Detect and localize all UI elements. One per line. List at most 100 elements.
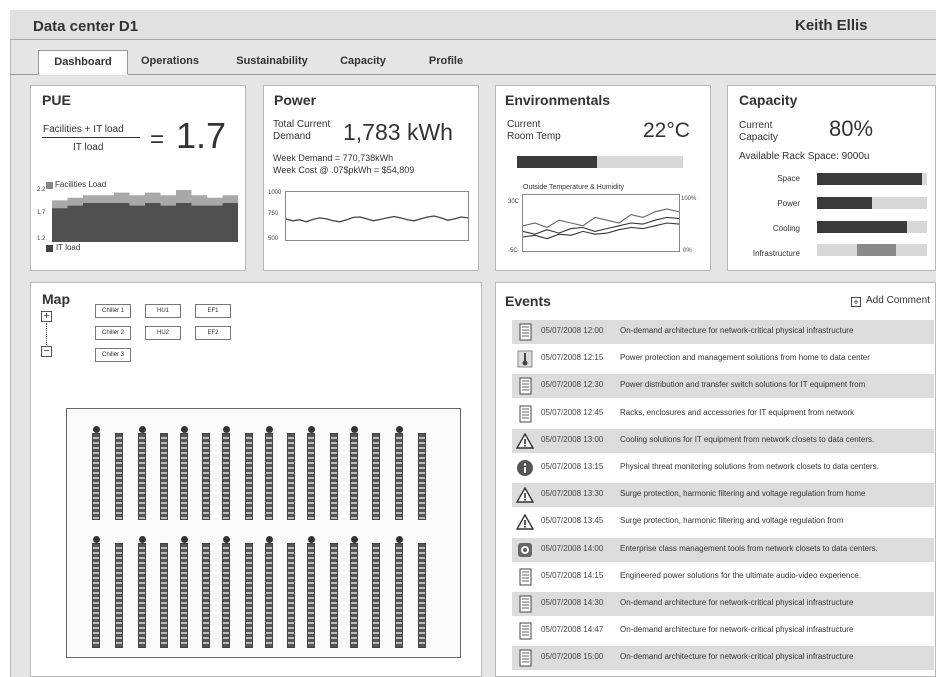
rack-marker	[266, 536, 273, 543]
ef2-button[interactable]: EF2	[195, 326, 231, 340]
rack-column[interactable]	[160, 433, 168, 520]
add-comment-link[interactable]: Add Comment	[866, 295, 930, 306]
hu2-button[interactable]: HU2	[145, 326, 181, 340]
event-text: Enterprise class management tools from n…	[620, 543, 878, 553]
rack-marker	[351, 536, 358, 543]
rack-column[interactable]	[222, 543, 230, 648]
event-date: 05/07/2008 15:00	[541, 652, 604, 662]
rack-column[interactable]	[372, 433, 380, 520]
rack-column[interactable]	[330, 543, 338, 648]
rack-column[interactable]	[180, 433, 188, 520]
cap-infra-bar-fill	[857, 244, 896, 256]
rack-column[interactable]	[92, 543, 100, 648]
event-date: 05/07/2008 14:00	[541, 543, 604, 553]
user-name[interactable]: Keith Ellis	[795, 17, 868, 34]
rack-column[interactable]	[350, 543, 358, 648]
power-line-chart	[286, 215, 468, 223]
event-row[interactable]: 05/07/2008 13:45 Surge protection, harmon…	[512, 510, 934, 534]
rack-column[interactable]	[138, 433, 146, 520]
rack-column[interactable]	[202, 433, 210, 520]
chiller-1-button[interactable]: Chiller 1	[95, 304, 131, 318]
rack-column[interactable]	[245, 543, 253, 648]
event-date: 05/07/2008 13:30	[541, 489, 604, 499]
event-date: 05/07/2008 12:15	[541, 353, 604, 363]
rack-column[interactable]	[307, 543, 315, 648]
rack-column[interactable]	[202, 543, 210, 648]
rack-column[interactable]	[222, 433, 230, 520]
rack-column[interactable]	[160, 543, 168, 648]
rack-column[interactable]	[287, 433, 295, 520]
event-row[interactable]: 05/07/2008 13:00 Cooling solutions for IT…	[512, 428, 934, 453]
chiller-2-button[interactable]: Chiller 2	[95, 326, 131, 340]
hu1-button[interactable]: HU1	[145, 304, 181, 318]
event-text: Surge protection, harmonic filtering and…	[620, 489, 866, 499]
event-row[interactable]: 05/07/2008 12:45 Racks, enclosures and ac…	[512, 402, 934, 426]
rack-column[interactable]	[138, 543, 146, 648]
zoom-out-button[interactable]: −	[41, 346, 52, 357]
cap-infra-bar	[817, 244, 927, 256]
rack-column[interactable]	[395, 433, 403, 520]
tab-dashboard[interactable]: Dashboard	[38, 50, 128, 75]
power-ytick-mid: 750	[268, 211, 279, 217]
rack-column[interactable]	[115, 543, 123, 648]
event-row[interactable]: 05/07/2008 13:15 Physical threat monitori…	[512, 456, 934, 480]
env-line-chart	[523, 208, 679, 240]
zoom-in-button[interactable]: +	[41, 311, 52, 322]
tab-sustainability[interactable]: Sustainability	[226, 50, 318, 74]
power-title: Power	[274, 92, 317, 108]
rack-column[interactable]	[115, 433, 123, 520]
tab-operations[interactable]: Operations	[130, 50, 210, 74]
event-date: 05/07/2008 14:15	[541, 570, 604, 580]
event-row[interactable]: 05/07/2008 12:30 Power distribution and t…	[512, 374, 934, 399]
pue-fraction-line	[42, 137, 140, 138]
event-row[interactable]: 05/07/2008 14:00 Enterprise class managem…	[512, 537, 934, 562]
event-date: 05/07/2008 13:15	[541, 462, 604, 471]
chiller-3-button[interactable]: Chiller 3	[95, 348, 131, 362]
rack-column[interactable]	[287, 543, 295, 648]
pue-area-chart	[52, 190, 238, 242]
env-series-2	[523, 222, 679, 240]
event-row[interactable]: 05/07/2008 14:47 On-demand architecture f…	[512, 619, 934, 643]
camera-icon	[518, 542, 532, 557]
cap-power-bar-fill	[817, 197, 872, 209]
event-row[interactable]: 05/07/2008 13:30 Surge protection, harmon…	[512, 483, 934, 508]
event-text: On-demand architecture for network-criti…	[620, 652, 854, 662]
warning-icon	[516, 432, 534, 449]
document-icon	[519, 649, 532, 667]
event-row[interactable]: 05/07/2008 12:15 Power protection and man…	[512, 347, 934, 371]
rack-column[interactable]	[307, 433, 315, 520]
rack-marker	[93, 426, 100, 433]
tab-profile[interactable]: Profile	[416, 50, 476, 74]
environmentals-title: Environmentals	[505, 92, 611, 108]
pue-series-it	[52, 203, 238, 242]
room-temp-value: 22°C	[643, 119, 690, 143]
rack-column[interactable]	[92, 433, 100, 520]
rack-column[interactable]	[180, 543, 188, 648]
rack-column[interactable]	[418, 543, 426, 648]
event-row[interactable]: 05/07/2008 14:30 On-demand architecture f…	[512, 592, 934, 616]
zoom-slider[interactable]	[46, 323, 48, 345]
event-row[interactable]: 05/07/2008 15:00 On-demand architecture f…	[512, 646, 934, 671]
pue-equals: =	[150, 126, 165, 153]
room-temp-bar-fill	[517, 156, 597, 168]
event-date: 05/07/2008 13:00	[541, 434, 604, 444]
tab-capacity[interactable]: Capacity	[328, 50, 398, 74]
plus-icon[interactable]: +	[851, 297, 861, 307]
rack-column[interactable]	[265, 433, 273, 520]
power-label-total: Total Current	[273, 119, 331, 130]
rack-marker	[223, 426, 230, 433]
rack-column[interactable]	[265, 543, 273, 648]
rack-column[interactable]	[372, 543, 380, 648]
pue-value: 1.7	[176, 115, 227, 156]
event-row[interactable]: 05/07/2008 14:15 Engineered power solutio…	[512, 565, 934, 589]
ef1-button[interactable]: EF1	[195, 304, 231, 318]
rack-column[interactable]	[245, 433, 253, 520]
power-ytick-bottom: 500	[268, 236, 279, 242]
rack-column[interactable]	[395, 543, 403, 648]
event-row[interactable]: 05/07/2008 12:00 On-demand architecture f…	[512, 320, 934, 344]
rack-column[interactable]	[330, 433, 338, 520]
rack-column[interactable]	[350, 433, 358, 520]
event-text: On-demand architecture for network-criti…	[620, 625, 854, 635]
rack-column[interactable]	[418, 433, 426, 520]
power-label-demand: Demand	[273, 131, 311, 142]
